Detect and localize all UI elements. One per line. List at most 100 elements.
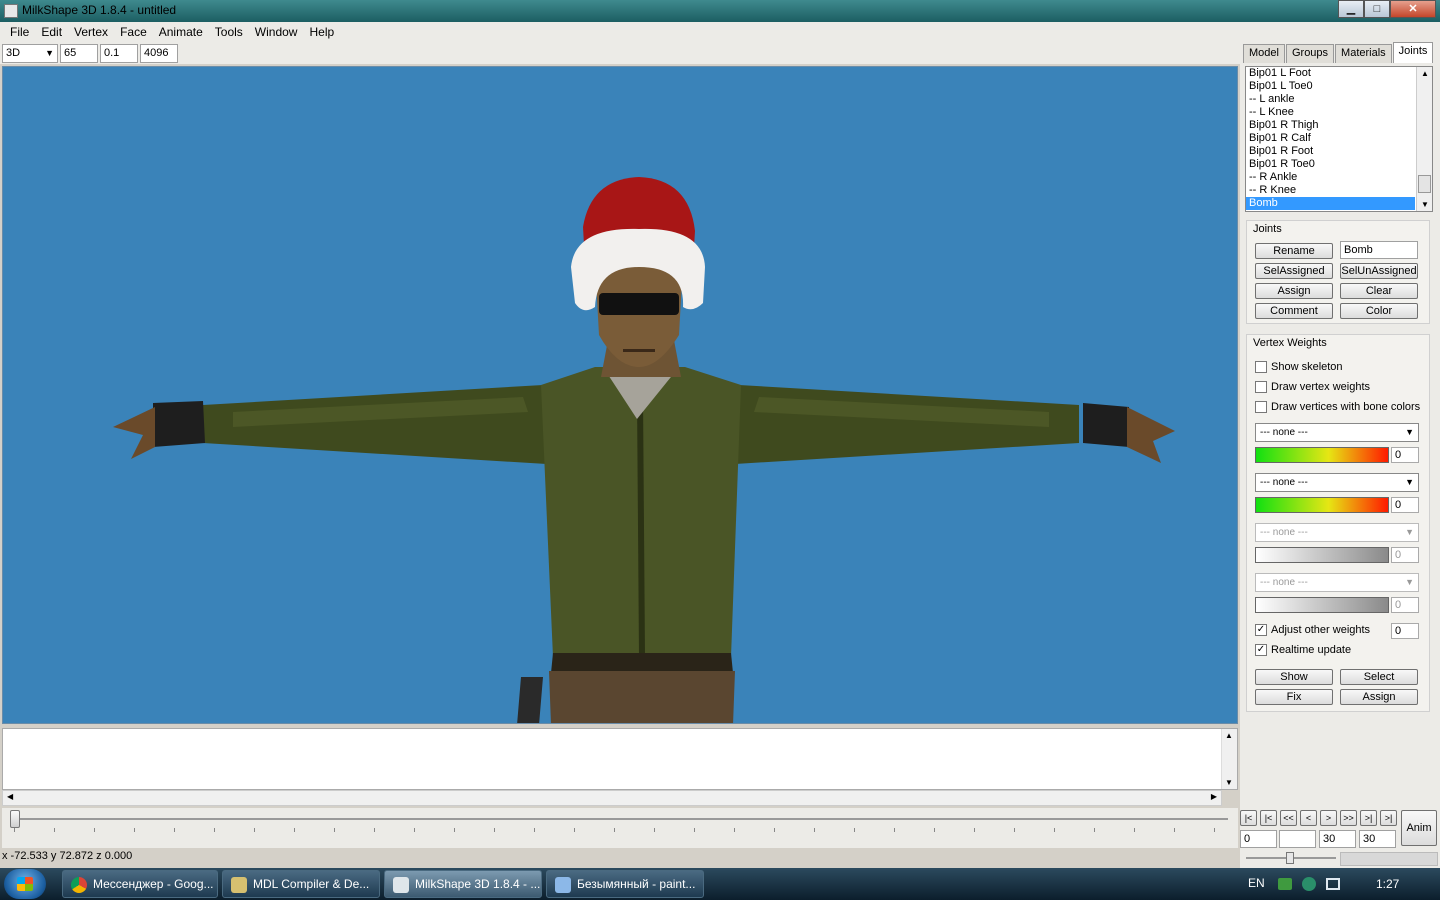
last-frame-button[interactable]: >| xyxy=(1380,810,1397,826)
toolbar-field-2[interactable]: 0.1 xyxy=(100,44,138,63)
scroll-down-icon[interactable]: ▼ xyxy=(1421,200,1429,209)
show-skeleton-checkbox[interactable]: Show skeleton xyxy=(1255,361,1343,373)
tab-materials[interactable]: Materials xyxy=(1335,44,1392,63)
draw-vertex-weights-checkbox[interactable]: Draw vertex weights xyxy=(1255,381,1370,393)
menu-edit[interactable]: Edit xyxy=(35,25,68,39)
taskbar-item-mdl-compiler[interactable]: MDL Compiler & De... xyxy=(222,870,380,898)
maximize-button[interactable]: □ xyxy=(1364,0,1390,18)
toolbar-field-3[interactable]: 4096 xyxy=(140,44,178,63)
adjust-other-weights-checkbox[interactable]: ✓ Adjust other weights xyxy=(1255,624,1370,636)
weight-value-2[interactable]: 0 xyxy=(1391,497,1419,513)
total-frames-field[interactable]: 30 xyxy=(1359,830,1396,848)
weights-assign-button[interactable]: Assign xyxy=(1340,689,1418,705)
joints-list[interactable]: Bip01 L Foot Bip01 L Toe0 -- L ankle -- … xyxy=(1245,66,1433,212)
weight-slider-4[interactable] xyxy=(1255,597,1389,613)
timeline[interactable] xyxy=(2,808,1238,848)
bone-select-4[interactable]: --- none --- ▼ xyxy=(1255,573,1419,592)
tray-app-icon[interactable] xyxy=(1278,878,1292,890)
realtime-update-checkbox[interactable]: ✓ Realtime update xyxy=(1255,644,1351,656)
minimize-button[interactable]: ▁ xyxy=(1338,0,1364,18)
first-frame-button[interactable]: |< xyxy=(1240,810,1257,826)
taskbar-item-paint[interactable]: Безымянный - paint... xyxy=(546,870,704,898)
assign-button[interactable]: Assign xyxy=(1255,283,1333,299)
taskbar-item-milkshape[interactable]: MilkShape 3D 1.8.4 - ... xyxy=(384,870,542,898)
list-item[interactable]: Bip01 L Foot xyxy=(1246,67,1415,80)
scroll-thumb[interactable] xyxy=(1418,175,1431,193)
network-icon[interactable] xyxy=(1326,878,1340,890)
taskbar-item-messenger[interactable]: Мессенджер - Goog... xyxy=(62,870,218,898)
list-item[interactable]: Bip01 R Toe0 xyxy=(1246,158,1415,171)
weight-value-4[interactable]: 0 xyxy=(1391,597,1419,613)
view-mode-select[interactable]: 3D ▼ xyxy=(2,44,58,63)
end-frame-field[interactable]: 30 xyxy=(1319,830,1356,848)
tab-groups[interactable]: Groups xyxy=(1285,44,1335,63)
draw-bone-colors-checkbox[interactable]: Draw vertices with bone colors xyxy=(1255,401,1420,413)
menu-vertex[interactable]: Vertex xyxy=(68,25,114,39)
select-button[interactable]: Select xyxy=(1340,669,1418,685)
prev-frame-button[interactable]: < xyxy=(1300,810,1317,826)
weight-slider-2[interactable] xyxy=(1255,497,1389,513)
list-item[interactable]: -- R Ankle xyxy=(1246,171,1415,184)
weight-value-3[interactable]: 0 xyxy=(1391,547,1419,563)
list-item[interactable]: -- L Knee xyxy=(1246,106,1415,119)
window-controls: ▁ □ ✕ xyxy=(1338,0,1436,18)
tab-model[interactable]: Model xyxy=(1243,44,1285,63)
adjust-value-field[interactable]: 0 xyxy=(1391,623,1419,639)
color-button[interactable]: Color xyxy=(1340,303,1418,319)
3d-viewport[interactable] xyxy=(2,66,1238,724)
bone-select-3[interactable]: --- none --- ▼ xyxy=(1255,523,1419,542)
menu-animate[interactable]: Animate xyxy=(153,25,209,39)
list-item[interactable]: -- L ankle xyxy=(1246,93,1415,106)
language-indicator[interactable]: EN xyxy=(1248,876,1265,890)
menu-window[interactable]: Window xyxy=(249,25,304,39)
list-item[interactable]: Bip01 R Thigh xyxy=(1246,119,1415,132)
fix-button[interactable]: Fix xyxy=(1255,689,1333,705)
forward-button[interactable]: >> xyxy=(1340,810,1357,826)
next-key-button[interactable]: >| xyxy=(1360,810,1377,826)
clear-button[interactable]: Clear xyxy=(1340,283,1418,299)
output-console[interactable]: ▲ ▼ xyxy=(2,728,1238,790)
bone-select-2[interactable]: --- none --- ▼ xyxy=(1255,473,1419,492)
rewind-button[interactable]: << xyxy=(1280,810,1297,826)
scroll-up-icon[interactable]: ▲ xyxy=(1225,731,1233,740)
next-frame-button[interactable]: > xyxy=(1320,810,1337,826)
list-item[interactable]: Bip01 R Calf xyxy=(1246,132,1415,145)
joint-name-input[interactable]: Bomb xyxy=(1340,241,1418,259)
anim-button[interactable]: Anim xyxy=(1401,810,1437,846)
scroll-left-icon[interactable]: ◀ xyxy=(7,792,13,801)
comment-button[interactable]: Comment xyxy=(1255,303,1333,319)
start-frame-field[interactable]: 0 xyxy=(1240,830,1277,848)
tray-volume-icon[interactable] xyxy=(1302,877,1316,891)
list-item-selected[interactable]: Bomb xyxy=(1246,197,1415,210)
list-item[interactable]: Bip01 R Foot xyxy=(1246,145,1415,158)
horizontal-scrollbar[interactable]: ◀ ▶ xyxy=(2,790,1222,806)
weight-slider-1[interactable] xyxy=(1255,447,1389,463)
current-frame-field[interactable] xyxy=(1279,830,1316,848)
rename-button[interactable]: Rename xyxy=(1255,243,1333,259)
scroll-up-icon[interactable]: ▲ xyxy=(1421,69,1429,78)
close-button[interactable]: ✕ xyxy=(1390,0,1436,18)
menu-help[interactable]: Help xyxy=(303,25,340,39)
menu-file[interactable]: File xyxy=(4,25,35,39)
weight-slider-3[interactable] xyxy=(1255,547,1389,563)
menu-face[interactable]: Face xyxy=(114,25,153,39)
bone-select-1[interactable]: --- none --- ▼ xyxy=(1255,423,1419,442)
clock[interactable]: 1:27 xyxy=(1376,877,1399,891)
joints-list-scrollbar[interactable]: ▲ ▼ xyxy=(1416,67,1432,211)
menu-tools[interactable]: Tools xyxy=(209,25,249,39)
prev-key-button[interactable]: |< xyxy=(1260,810,1277,826)
sel-assigned-button[interactable]: SelAssigned xyxy=(1255,263,1333,279)
scroll-right-icon[interactable]: ▶ xyxy=(1211,792,1217,801)
list-item[interactable]: -- R Knee xyxy=(1246,184,1415,197)
list-item[interactable]: Bip01 L Toe0 xyxy=(1246,80,1415,93)
start-button[interactable] xyxy=(4,869,46,899)
timeline-slider-handle[interactable] xyxy=(10,810,20,828)
console-scrollbar[interactable]: ▲ ▼ xyxy=(1221,729,1237,789)
toolbar-field-1[interactable]: 65 xyxy=(60,44,98,63)
show-button[interactable]: Show xyxy=(1255,669,1333,685)
sel-unassigned-button[interactable]: SelUnAssigned xyxy=(1340,263,1418,279)
weight-value-1[interactable]: 0 xyxy=(1391,447,1419,463)
speed-slider-handle[interactable] xyxy=(1286,852,1294,864)
scroll-down-icon[interactable]: ▼ xyxy=(1225,778,1233,787)
tab-joints[interactable]: Joints xyxy=(1392,42,1434,63)
